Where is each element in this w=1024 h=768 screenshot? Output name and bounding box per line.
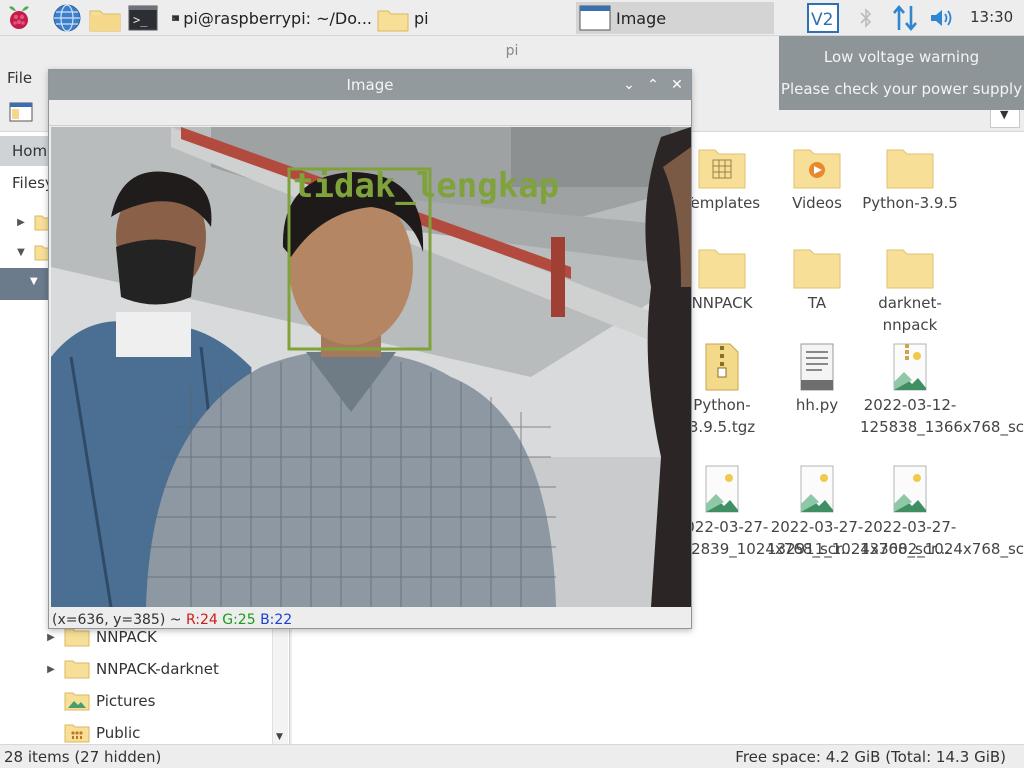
place-filesystem[interactable]: Filesystem Root <box>0 168 130 198</box>
folder-icon <box>793 249 841 289</box>
new-window-icon[interactable] <box>8 100 34 124</box>
file-label: TA <box>807 294 827 312</box>
file-manager-icon[interactable] <box>88 3 122 33</box>
videos-folder-icon <box>793 149 841 189</box>
text-file-icon <box>800 343 834 391</box>
task-label: Image <box>616 8 667 28</box>
network-icon[interactable] <box>890 3 920 33</box>
minimize-icon[interactable]: ⌄ <box>618 70 640 100</box>
bluetooth-icon[interactable] <box>854 3 878 33</box>
volume-icon[interactable] <box>928 3 958 33</box>
raspberry-menu-icon[interactable] <box>4 3 34 33</box>
file-label: Python-3.9.5 <box>862 194 958 212</box>
pictures-folder-icon <box>64 692 90 711</box>
menu-file[interactable]: File <box>7 69 32 87</box>
free-space: Free space: 4.2 GiB (Total: 14.3 GiB) <box>735 748 1006 766</box>
tree-label: NNPACK <box>96 628 157 646</box>
image-file-icon <box>893 465 927 513</box>
taskbar: >_ >_ pi@raspberrypi: ~/Do... pi Image V… <box>0 0 1024 36</box>
file-label: NNPACK <box>691 294 753 312</box>
window-icon <box>579 5 611 31</box>
folder-icon <box>377 10 409 32</box>
file-label: darknet-nnpack <box>878 294 942 334</box>
terminal-icon[interactable]: >_ <box>128 3 158 33</box>
item-count: 28 items (27 hidden) <box>4 748 162 766</box>
file-label: hh.py <box>795 396 839 414</box>
folder-icon <box>64 628 90 647</box>
file-label: Videos <box>792 194 842 212</box>
camera-frame[interactable]: tidak_lengkap <box>51 127 691 607</box>
clock[interactable]: 13:30 <box>970 8 1013 26</box>
file-label: Templates <box>683 194 761 212</box>
image-window-titlebar[interactable]: Image ⌄ ⌃ ✕ <box>49 70 691 100</box>
pixel-r: R:24 <box>185 612 218 628</box>
svg-text:>_: >_ <box>173 16 177 20</box>
pixel-g: G:25 <box>222 612 256 628</box>
file-item-screenshot-1[interactable]: 2022-03-12-125838_1366x768_scr... <box>860 342 1024 438</box>
chevron-right-icon: ▶ <box>47 663 55 675</box>
task-label: pi <box>414 8 429 28</box>
chevron-down-icon: ▼ <box>276 732 283 742</box>
svg-text:V2: V2 <box>811 10 833 30</box>
image-file-icon <box>705 465 739 513</box>
tree-label: NNPACK-darknet <box>96 660 219 678</box>
task-file-manager[interactable]: pi <box>376 2 566 34</box>
file-item-screenshot-3[interactable]: 2022-03-27-132911_1024x768_scr... <box>767 464 950 560</box>
image-file-icon <box>893 343 927 391</box>
task-terminal[interactable]: >_ pi@raspberrypi: ~/Do... <box>172 2 372 34</box>
camera-image: tidak_lengkap <box>51 127 691 607</box>
vnc-icon[interactable]: V2 <box>806 3 840 33</box>
web-browser-icon[interactable] <box>52 3 82 33</box>
low-voltage-notification[interactable]: Low voltage warning Please check your po… <box>779 36 1024 110</box>
file-label: 2022-03-12-125838_1366x768_scr... <box>860 396 1024 436</box>
chevron-down-icon: ▼ <box>30 276 38 287</box>
file-item-screenshot-4[interactable]: 2022-03-27-133002_1024x768_scr... <box>860 464 1024 560</box>
detection-label: tidak_lengkap <box>293 166 559 206</box>
file-item-ta[interactable]: TA <box>767 246 867 314</box>
file-item-python-dir[interactable]: Python-3.9.5 <box>860 146 960 214</box>
tree-label: Public <box>96 724 141 742</box>
tree-row-nnpack-darknet[interactable]: ▶ NNPACK-darknet <box>44 655 219 683</box>
pixel-readout: (x=636, y=385) ~ R:24 G:25 B:22 <box>49 608 691 628</box>
task-image-window[interactable]: Image <box>576 2 774 34</box>
pixel-coords: (x=636, y=385) ~ <box>52 612 182 628</box>
file-item-videos[interactable]: Videos <box>767 146 867 214</box>
file-label: Python-3.9.5.tgz <box>688 396 756 436</box>
image-file-icon <box>800 465 834 513</box>
archive-icon <box>705 343 739 391</box>
chevron-right-icon: ▶ <box>17 216 25 228</box>
image-toolbar <box>49 100 691 126</box>
folder-icon <box>64 660 90 679</box>
folder-icon <box>886 249 934 289</box>
file-item-darknet-nnpack[interactable]: darknet-nnpack <box>860 246 960 336</box>
place-home[interactable]: Home <box>0 136 56 166</box>
image-window: Image ⌄ ⌃ ✕ tidak_lengkap (x=636, y=385)… <box>48 69 692 629</box>
pixel-b: B:22 <box>260 612 293 628</box>
folder-icon <box>698 249 746 289</box>
tree-label: Pictures <box>96 692 156 710</box>
file-item-hh-py[interactable]: hh.py <box>767 342 867 416</box>
tree-row-public[interactable]: Public <box>44 719 140 747</box>
window-title: Image <box>346 76 394 94</box>
public-folder-icon <box>64 724 90 743</box>
folder-icon <box>886 149 934 189</box>
tree-row-pictures[interactable]: Pictures <box>44 687 155 715</box>
chevron-right-icon: ▶ <box>47 631 55 643</box>
terminal-icon: >_ <box>172 14 180 22</box>
svg-text:>_: >_ <box>133 13 148 27</box>
chevron-down-icon: ▼ <box>17 246 25 258</box>
task-label: pi@raspberrypi: ~/Do... <box>183 8 372 28</box>
statusbar: 28 items (27 hidden) Free space: 4.2 GiB… <box>0 744 1024 768</box>
notification-body: Please check your power supply <box>780 80 1023 98</box>
file-label: 2022-03-27-133002_1024x768_scr... <box>860 518 1024 558</box>
maximize-icon[interactable]: ⌃ <box>642 70 664 100</box>
notification-title: Low voltage warning <box>823 48 980 66</box>
templates-folder-icon <box>698 149 746 189</box>
close-icon[interactable]: ✕ <box>666 70 688 100</box>
tree-row-selected[interactable]: ▼ <box>0 268 50 300</box>
